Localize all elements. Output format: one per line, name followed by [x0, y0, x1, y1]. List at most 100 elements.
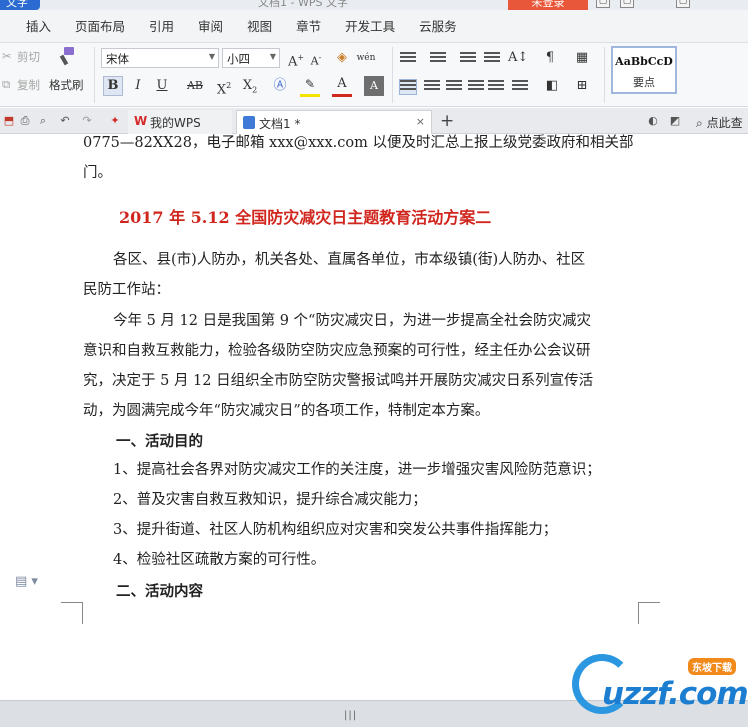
tab-references[interactable]: 引用 — [137, 10, 186, 43]
font-size-select[interactable]: 小四 ▼ — [222, 48, 280, 68]
tab-page-layout[interactable]: 页面布局 — [63, 10, 137, 43]
tab-cloud[interactable]: 云服务 — [407, 10, 469, 43]
align-right-icon[interactable] — [446, 80, 462, 94]
font-name-value: 宋体 — [106, 52, 129, 66]
clear-format-icon[interactable]: ◈ — [332, 48, 352, 68]
watermark-logo: uzzf.com 东坡下载 — [572, 654, 748, 716]
font-name-select[interactable]: 宋体 ▼ — [101, 48, 219, 68]
print-icon[interactable]: ⎙ — [18, 114, 32, 128]
body-line: 动，为圆满完成今年“防灾减灾日”的各项工作，特制定本方案。 — [83, 403, 490, 419]
sidebar-toggle-icon[interactable]: ◩ — [668, 114, 682, 128]
subscript-label: X — [242, 78, 253, 93]
table-icon[interactable]: ▦ — [572, 48, 592, 68]
list-item: 3、提升街道、社区人防机构组织应对灾害和突发公共事件指挥能力； — [113, 522, 558, 538]
body-line: 究，决定于 5 月 12 日组织全市防空防灾警报试鸣并开展防灾减灾日系列宣传活 — [83, 373, 594, 389]
redo-icon[interactable]: ↷ — [80, 114, 94, 128]
align-left-icon[interactable] — [399, 79, 417, 95]
align-center-icon[interactable] — [424, 80, 440, 94]
show-marks-icon[interactable]: ¶ — [540, 48, 560, 68]
strikethrough-button[interactable]: AB — [182, 76, 208, 96]
page-margin-corner — [61, 602, 83, 624]
undo-icon[interactable]: ↶ — [58, 114, 72, 128]
subscript-button[interactable]: X2 — [240, 76, 260, 96]
increase-indent-icon[interactable] — [484, 52, 500, 66]
window-title: 文档1 - WPS 文字 — [258, 0, 348, 9]
underline-button[interactable]: U — [152, 76, 172, 96]
chevron-down-icon: ▼ — [208, 52, 215, 61]
list-item: 1、提高社会各界对防灾减灾工作的关注度，进一步增强灾害风险防范意识； — [113, 462, 601, 478]
justify-icon[interactable] — [468, 80, 484, 94]
shrink-font-icon[interactable]: A- — [306, 48, 326, 68]
paragraph-shading-icon[interactable]: ◧ — [542, 76, 562, 96]
font-size-value: 小四 — [227, 52, 250, 66]
numbered-list-icon[interactable] — [430, 52, 446, 66]
ribbon-tab-bar: 插入 页面布局 引用 审阅 视图 章节 开发工具 云服务 — [0, 10, 748, 43]
print-preview-icon[interactable]: ⌕ — [36, 114, 50, 128]
scroll-grip-icon[interactable]: ||| — [344, 710, 357, 721]
font-color-bar — [332, 94, 352, 97]
copy-icon[interactable]: ⧉ — [2, 77, 10, 92]
body-line: 民防工作站： — [83, 282, 170, 298]
borders-icon[interactable]: ⊞ — [572, 76, 592, 96]
italic-button[interactable]: I — [128, 76, 148, 96]
reading-mode-icon[interactable]: ◐ — [646, 114, 660, 128]
maximize-icon[interactable]: ▢ — [676, 0, 690, 8]
restore-icon[interactable]: ▢ — [620, 0, 634, 8]
page-nav-icon[interactable]: ▤ ▾ — [15, 574, 38, 589]
tab-developer[interactable]: 开发工具 — [333, 10, 407, 43]
skin-icon[interactable]: ▢ — [596, 0, 610, 8]
line-spacing-icon[interactable] — [512, 80, 528, 94]
style-gallery-item[interactable]: AaBbCcD 要点 — [611, 46, 677, 94]
style-name: 要点 — [633, 76, 655, 89]
body-line: 各区、县(市)人防办，机关各处、直属各单位，市本级镇(街)人防办、社区 — [113, 252, 586, 268]
style-sample: AaBbCcD — [615, 55, 673, 68]
title-bar: 文字 文档1 - WPS 文字 未登录 ▢ ▢ ▢ — [0, 0, 748, 10]
divider — [604, 47, 605, 103]
document-heading: 2017 年 5.12 全国防灾减灾日主题教育活动方案二 — [119, 208, 492, 227]
chevron-down-icon: ▼ — [269, 52, 276, 61]
font-color-button[interactable]: A — [332, 74, 352, 94]
watermark-brand: uzzf.com — [602, 676, 748, 712]
help-search[interactable]: ⌕ 点此查 — [696, 114, 743, 131]
divider — [94, 47, 95, 103]
body-line: 0775—82XX28，电子邮箱 xxx@xxx.com 以便及时汇总上报上级党… — [83, 135, 634, 151]
tab-review[interactable]: 审阅 — [186, 10, 235, 43]
section-heading: 一、活动目的 — [116, 433, 203, 450]
tab-view[interactable]: 视图 — [235, 10, 284, 43]
body-line: 意识和自救互救能力，检验各级防空防灾应急预案的可行性，经主任办公会议研 — [83, 343, 591, 359]
copy-label[interactable]: 复制 — [17, 77, 40, 93]
superscript-button[interactable]: X2 — [214, 76, 234, 97]
tab-section[interactable]: 章节 — [284, 10, 333, 43]
app-menu-button[interactable]: 文字 — [0, 0, 40, 10]
sort-icon[interactable]: A↕ — [508, 48, 528, 68]
format-painter-label[interactable]: 格式刷 — [49, 77, 84, 93]
char-shading-button[interactable]: A — [364, 76, 384, 96]
list-item: 2、普及灾害自救互救知识，提升综合减灾能力； — [113, 492, 427, 508]
bold-button[interactable]: B — [103, 76, 123, 96]
pinyin-guide-icon[interactable]: wén — [356, 48, 376, 68]
tab-insert[interactable]: 插入 — [14, 10, 63, 43]
pdf-export-icon[interactable]: ⬒ — [2, 114, 16, 128]
wps-logo-icon: W — [134, 114, 148, 128]
grow-font-icon[interactable]: A+ — [286, 48, 306, 69]
watermark-tag: 东坡下载 — [688, 658, 736, 675]
help-search-label: 点此查 — [706, 116, 743, 130]
format-painter-icon[interactable] — [56, 45, 78, 71]
close-icon[interactable]: × — [416, 115, 425, 128]
document-canvas[interactable]: 0775—82XX28，电子邮箱 xxx@xxx.com 以便及时汇总上报上级党… — [0, 134, 748, 700]
search-icon: ⌕ — [696, 116, 703, 130]
highlight-color-bar — [300, 94, 320, 97]
cut-icon[interactable]: ✂ — [2, 49, 12, 63]
page-margin-corner — [638, 602, 660, 624]
highlight-button[interactable]: ✎ — [300, 74, 320, 94]
ribbon-toolbar: ✂ 剪切 ⧉ 复制 格式刷 宋体 ▼ 小四 ▼ A+ A- ◈ wén B I … — [0, 43, 748, 107]
decrease-indent-icon[interactable] — [460, 52, 476, 66]
bullet-list-icon[interactable] — [400, 52, 416, 66]
cut-label[interactable]: 剪切 — [17, 49, 40, 65]
text-effect-icon[interactable]: Ⓐ — [270, 76, 290, 96]
distribute-icon[interactable] — [488, 80, 504, 94]
pin-icon[interactable]: ✦ — [108, 114, 122, 128]
login-button[interactable]: 未登录 — [508, 0, 588, 10]
section-heading: 二、活动内容 — [116, 583, 203, 600]
list-item: 4、检验社区疏散方案的可行性。 — [113, 552, 326, 568]
